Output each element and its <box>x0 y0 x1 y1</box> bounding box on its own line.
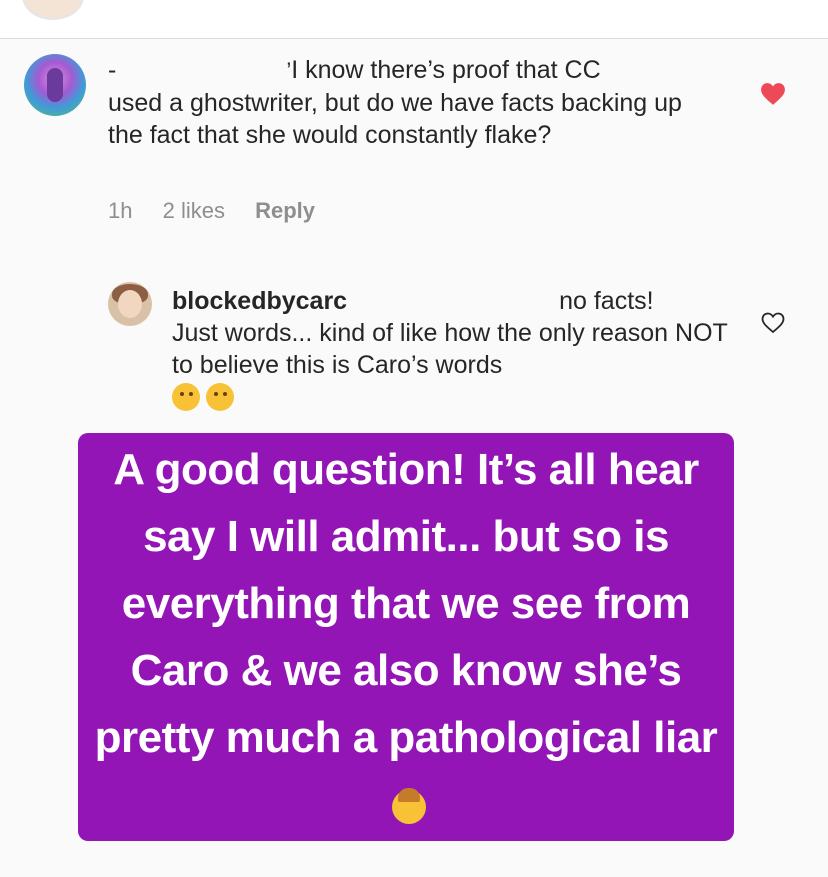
comment-line-rest: used a ghostwriter, but do we have facts… <box>108 89 682 149</box>
winking-face-emoji <box>206 383 234 411</box>
comment-time: 1h <box>108 198 133 223</box>
commenter-avatar[interactable] <box>24 54 86 116</box>
person-shrugging-emoji <box>392 788 426 825</box>
reply-text: blockedbycarc no facts! Just words... kin… <box>172 285 732 381</box>
previous-comment-strip <box>0 0 828 39</box>
avatar[interactable] <box>22 0 84 20</box>
redacted-username: - <box>108 56 117 84</box>
comment-line-1: I know there’s proof that CC <box>291 56 601 84</box>
comment-text: - ’I know there’s proof that CC used a gh… <box>108 56 682 149</box>
reply-line-rest: Just words... kind of like how the only … <box>172 319 728 379</box>
replier-avatar[interactable] <box>108 282 152 326</box>
reply-username[interactable]: blockedbycarc <box>172 287 347 315</box>
heart-outline-icon[interactable] <box>761 312 785 334</box>
comment-meta: 1h 2 likes Reply <box>108 198 339 224</box>
thinking-face-emoji <box>172 383 200 411</box>
heart-filled-icon[interactable] <box>760 82 786 106</box>
reply-emojis <box>172 383 240 416</box>
reply-line-1-tail: no facts! <box>559 287 654 315</box>
reply-button[interactable]: Reply <box>255 198 315 223</box>
story-overlay-text: A good question! It’s all hear say I wil… <box>78 436 734 838</box>
comment-likes[interactable]: 2 likes <box>163 198 225 223</box>
avatar-figure <box>47 68 63 102</box>
